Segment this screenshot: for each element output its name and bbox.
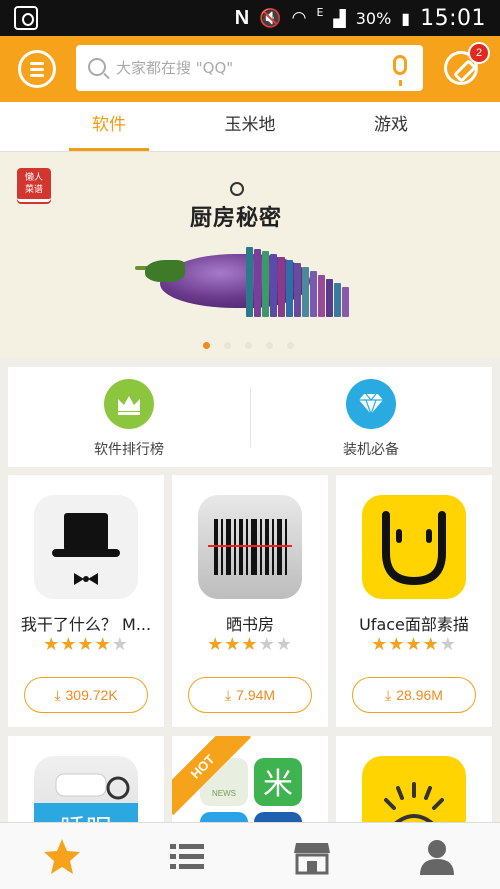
app-card[interactable]: Uface面部素描 ★★★★★ ⤓ 28.96M [336, 475, 492, 727]
category-shortcuts: 软件排行榜 装机必备 [8, 367, 492, 467]
network-type: E [316, 6, 324, 19]
book-spine [262, 251, 269, 317]
nfc-icon: N [234, 6, 250, 29]
svg-text:NEWS: NEWS [212, 789, 236, 798]
rating-stars: ★★★★★ [43, 634, 129, 655]
download-icon: ⤓ [224, 687, 232, 703]
clock: 15:01 [420, 5, 486, 31]
download-count: 28.96M [396, 687, 443, 703]
book-spine [254, 249, 261, 317]
nav-store[interactable] [290, 835, 334, 879]
nav-profile[interactable] [415, 835, 459, 879]
book-spine [326, 279, 333, 317]
crown-icon [104, 379, 154, 429]
tophat-icon [34, 495, 138, 599]
book-spine [246, 247, 253, 317]
banner-title: 厨房秘密 [190, 205, 283, 231]
book-spine [286, 260, 293, 317]
book-spine [318, 275, 325, 317]
app-card[interactable]: NEWS 米 HOT [172, 736, 328, 826]
book-spine [334, 283, 341, 317]
lazy-recipes-logo: 懒人 菜谱 [17, 168, 51, 202]
smile-icon [362, 495, 466, 599]
search-input[interactable] [116, 45, 376, 91]
carousel-dot[interactable] [287, 342, 294, 349]
svg-text:米: 米 [263, 767, 293, 802]
menu-line-icon [30, 62, 44, 65]
sun-icon [362, 756, 466, 826]
app-header: 2 [0, 36, 500, 102]
carousel-dot[interactable] [245, 342, 252, 349]
app-name: 我干了什么？ M... [20, 615, 152, 634]
book-spine [278, 257, 285, 317]
search-bar[interactable] [76, 45, 423, 91]
carousel-dot[interactable] [224, 342, 231, 349]
rating-stars: ★★★★★ [371, 634, 457, 655]
notification-badge: 2 [468, 42, 490, 64]
menu-line-icon [30, 74, 44, 77]
mute-icon: 🔇 [259, 7, 282, 29]
carousel-indicator [0, 342, 500, 352]
wifi-icon: ◠ [291, 8, 307, 28]
pillow-icon: 睡眠 [34, 756, 138, 826]
book-spine [342, 287, 349, 317]
carousel-dot[interactable] [266, 342, 273, 349]
category-label: 软件排行榜 [94, 442, 164, 458]
software-ranking-button[interactable]: 软件排行榜 [8, 367, 250, 467]
tab-games[interactable]: 游戏 [341, 102, 441, 152]
download-icon: ⤓ [54, 687, 61, 703]
app-name: Uface面部素描 [359, 615, 469, 634]
download-button[interactable]: ⤓ 7.94M [188, 677, 312, 713]
download-count: 7.94M [236, 687, 276, 703]
bottom-navigation [0, 822, 500, 889]
battery-icon: ▮ [401, 8, 411, 28]
app-notification-icon [14, 6, 38, 30]
app-card[interactable]: 睡眠 [8, 736, 164, 826]
download-count: 309.72K [65, 687, 118, 703]
tab-corn-field[interactable]: 玉米地 [200, 102, 300, 152]
status-icons: N 🔇 ◠ E ▟ 30% ▮ 15:01 [235, 0, 486, 36]
status-bar: N 🔇 ◠ E ▟ 30% ▮ 15:01 [0, 0, 500, 36]
diamond-icon [346, 379, 396, 429]
list-icon [170, 844, 204, 869]
book-spine [270, 254, 277, 317]
nav-featured[interactable] [40, 835, 84, 879]
category-label: 装机必备 [343, 442, 399, 458]
search-icon [88, 58, 106, 76]
menu-button[interactable] [18, 50, 56, 88]
barcode-icon [198, 495, 302, 599]
book-spine [310, 271, 317, 317]
carousel-dot[interactable] [203, 342, 210, 349]
microphone-icon[interactable] [393, 55, 407, 86]
person-icon [420, 840, 454, 875]
download-icon: ⤓ [385, 687, 392, 703]
chef-hat-icon [230, 182, 244, 196]
menu-line-icon [30, 68, 44, 71]
tab-software[interactable]: 软件 [59, 102, 159, 152]
promo-banner[interactable]: 懒人 菜谱 厨房秘密 [0, 152, 500, 358]
book-spine [302, 267, 309, 317]
download-button[interactable]: ⤓ 28.96M [352, 677, 476, 713]
signal-icon: ▟ [333, 8, 346, 28]
eggplant-cap [145, 260, 185, 282]
store-icon [294, 843, 330, 875]
rating-stars: ★★★★★ [207, 634, 293, 655]
app-name: 晒书房 [225, 615, 274, 634]
app-card[interactable]: 我干了什么？ M... ★★★★★ ⤓ 309.72K [8, 475, 164, 727]
essentials-button[interactable]: 装机必备 [250, 367, 492, 467]
tab-bar: 软件 玉米地 游戏 [0, 102, 500, 152]
app-card[interactable]: 晒书房 ★★★★★ ⤓ 7.94M [172, 475, 328, 727]
nav-categories[interactable] [165, 835, 209, 879]
battery-percent: 30% [355, 8, 392, 28]
book-stack-image [246, 247, 350, 317]
star-icon [44, 839, 80, 874]
app-card[interactable] [336, 736, 492, 826]
download-button[interactable]: ⤓ 309.72K [24, 677, 148, 713]
book-spine [294, 263, 301, 317]
